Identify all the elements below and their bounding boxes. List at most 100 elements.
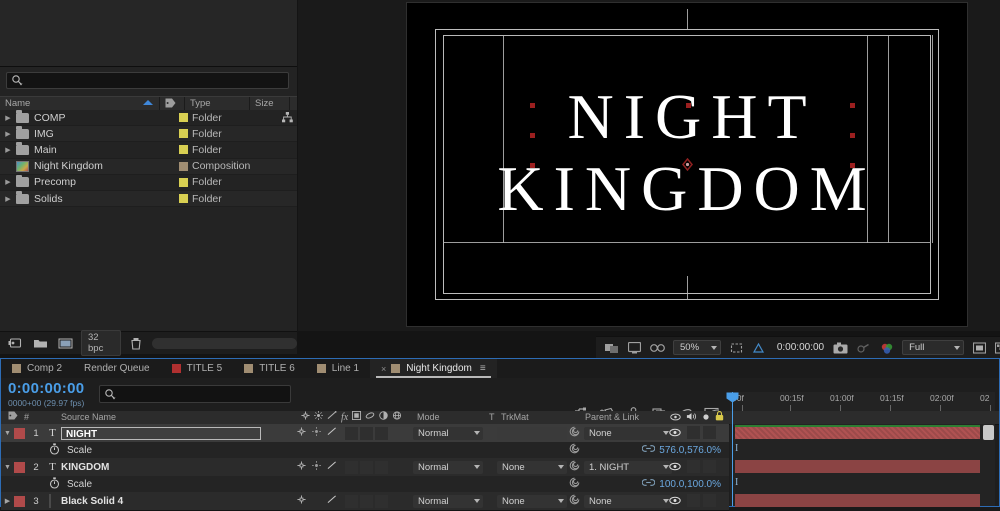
disclosure-triangle-icon[interactable]: ▶ (0, 114, 16, 122)
timeline-column-t[interactable]: T (485, 411, 497, 424)
layer-disclosure-triangle-icon[interactable]: ▼ (1, 430, 14, 437)
layer-visibility-toggle[interactable] (669, 496, 681, 507)
transparency-grid-icon[interactable] (752, 342, 765, 354)
switch-box-3[interactable] (375, 427, 388, 440)
layer-property-row[interactable]: Scale576.0,576.0% (1, 442, 729, 459)
disclosure-triangle-icon[interactable]: ▶ (0, 146, 16, 154)
layer-visibility-toggle[interactable] (669, 462, 681, 473)
timeline-column-tag[interactable] (4, 411, 20, 424)
project-search-input[interactable] (23, 73, 277, 88)
timeline-tab-title-5[interactable]: TITLE 5 (161, 359, 234, 378)
column-header-type[interactable]: Type (185, 97, 250, 110)
solo-icon[interactable] (702, 413, 710, 423)
timeline-tab-comp-2[interactable]: Comp 2 (1, 359, 73, 378)
layer-name-input[interactable]: NIGHT (61, 427, 261, 440)
parent-link-select[interactable]: None (584, 427, 672, 440)
timeline-layer-row[interactable]: ▶3Black Solid 4NormalNoneNone (1, 492, 729, 511)
switch-box-3[interactable] (375, 495, 388, 508)
layer-name[interactable]: Black Solid 4 (61, 496, 123, 507)
parent-pickwhip-icon[interactable] (569, 460, 580, 474)
flowchart-icon[interactable] (282, 112, 293, 126)
selection-handle-tc[interactable] (686, 103, 691, 108)
track-matte-select[interactable]: None (497, 495, 567, 508)
current-time-indicator-handle[interactable] (726, 392, 739, 403)
property-value[interactable]: 576.0,576.0% (659, 445, 721, 456)
region-of-interest-icon[interactable] (730, 342, 743, 354)
viewer-timecode[interactable]: 0:00:00:00 (777, 342, 824, 353)
switch-box-2[interactable] (360, 461, 373, 474)
toggle-transparency-grid-icon[interactable] (995, 342, 1000, 354)
layer-color-swatch[interactable] (14, 496, 25, 507)
switch-box-2[interactable] (360, 427, 373, 440)
project-item-label-swatch[interactable] (179, 113, 188, 122)
collapse-transformations-icon[interactable] (301, 412, 310, 422)
av-toggle-box-2[interactable] (703, 460, 716, 473)
effects-icon[interactable] (327, 412, 337, 422)
stopwatch-icon[interactable] (41, 477, 67, 492)
frame-blend-icon[interactable] (352, 412, 361, 422)
project-item-label-swatch[interactable] (179, 194, 188, 203)
switch-box-2[interactable] (360, 495, 373, 508)
layer-mode-select[interactable]: Normal (413, 495, 483, 508)
current-time-display[interactable]: 0:00:00:00 (8, 380, 84, 397)
constrain-proportions-icon[interactable] (642, 444, 655, 456)
time-ruler[interactable]: 00f00:15f01:00f01:15f02:00f02 (730, 392, 995, 412)
parent-link-select[interactable]: None (584, 495, 672, 508)
project-item-label-swatch[interactable] (179, 145, 188, 154)
adjustment-layer-icon[interactable] (379, 412, 388, 422)
layer-property-row[interactable]: Scale100.0,100.0% (1, 476, 729, 493)
snapshot-icon[interactable] (833, 342, 848, 354)
parent-link-select[interactable]: 1. NIGHT (584, 461, 672, 474)
selection-handle-tr[interactable] (850, 103, 855, 108)
disclosure-triangle-icon[interactable]: ▶ (0, 195, 16, 203)
always-preview-icon[interactable] (605, 342, 619, 354)
composition-frame[interactable]: NIGHTKINGDOM (406, 2, 968, 327)
property-value[interactable]: 100.0,100.0% (659, 479, 721, 490)
layer-duration-handle[interactable] (983, 425, 994, 440)
collapse-transformations-toggle[interactable] (297, 495, 306, 507)
toggle-viewer-icon[interactable] (628, 342, 641, 354)
project-footer-scrollbar[interactable] (152, 338, 297, 349)
av-toggle-box-1[interactable] (687, 426, 700, 439)
quality-toggle[interactable] (312, 461, 321, 473)
track-matte-select[interactable]: None (497, 461, 567, 474)
collapse-transformations-toggle[interactable] (297, 461, 306, 473)
effects-toggle[interactable] (327, 461, 337, 473)
resolution-select[interactable]: Full (902, 340, 964, 355)
project-item-label-swatch[interactable] (179, 162, 188, 171)
switch-box-1[interactable] (345, 495, 358, 508)
panel-menu-icon[interactable]: ≡ (480, 363, 486, 374)
layer-name[interactable]: KINGDOM (61, 462, 109, 473)
layer-mode-select[interactable]: Normal (413, 461, 483, 474)
selection-handle-tl[interactable] (530, 103, 535, 108)
effects-toggle[interactable] (327, 427, 337, 439)
project-item[interactable]: ▶MainFolder (0, 142, 297, 158)
constrain-proportions-icon[interactable] (642, 478, 655, 490)
project-item[interactable]: ▶SolidsFolder (0, 191, 297, 207)
new-project-icon[interactable] (8, 337, 23, 349)
property-pickwhip-icon[interactable] (569, 443, 580, 457)
quality-icon[interactable] (314, 412, 323, 422)
delete-icon[interactable] (130, 337, 142, 350)
switch-box-1[interactable] (345, 427, 358, 440)
close-icon[interactable]: × (381, 364, 386, 374)
av-toggle-box-2[interactable] (703, 426, 716, 439)
timeline-search-input[interactable] (116, 388, 272, 401)
3d-glasses-icon[interactable] (650, 342, 665, 353)
project-item-label-swatch[interactable] (179, 129, 188, 138)
new-composition-icon[interactable] (58, 337, 73, 349)
timeline-track-area[interactable]: II (730, 424, 995, 506)
timeline-column-mode[interactable]: Mode (413, 411, 491, 424)
magnification-select[interactable]: 50% (673, 340, 721, 355)
stopwatch-icon[interactable] (41, 443, 67, 458)
timeline-tab-line-1[interactable]: Line 1 (306, 359, 370, 378)
quality-toggle[interactable] (312, 427, 321, 439)
av-toggle-box-2[interactable] (703, 494, 716, 507)
new-folder-icon[interactable] (33, 337, 48, 349)
layer-color-swatch[interactable] (14, 428, 25, 439)
column-header-size[interactable]: Size (250, 97, 290, 110)
selection-handle-mr[interactable] (850, 133, 855, 138)
selection-handle-bl[interactable] (530, 163, 535, 168)
effects-toggle[interactable] (327, 495, 337, 507)
switch-box-1[interactable] (345, 461, 358, 474)
